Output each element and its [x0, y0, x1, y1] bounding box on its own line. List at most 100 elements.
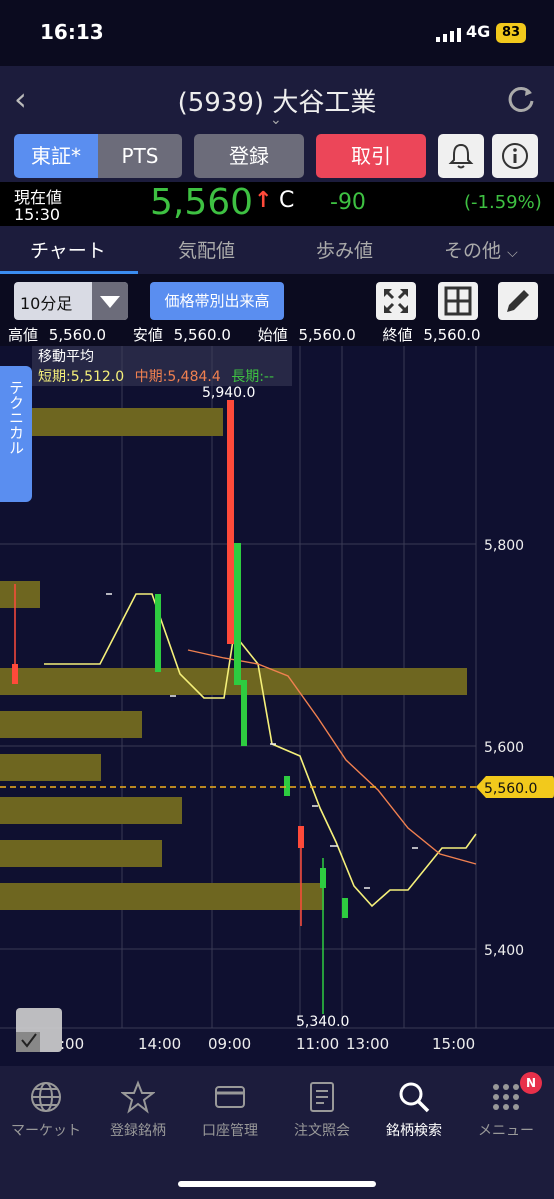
network-type: 4G — [466, 22, 491, 41]
notification-badge: N — [520, 1072, 542, 1094]
open-label: 始値 — [257, 326, 288, 344]
tab-chart[interactable]: チャート — [30, 236, 106, 263]
x-tick-label: :00 — [60, 1035, 84, 1053]
technical-tab[interactable]: テクニカル — [0, 366, 32, 502]
candle-up — [241, 680, 247, 746]
home-indicator — [178, 1181, 376, 1187]
technical-tab-label: テクニカル — [7, 380, 25, 455]
candle-up — [234, 543, 241, 685]
candle-up — [320, 868, 326, 888]
battery-icon: 83 — [496, 23, 526, 43]
refresh-icon[interactable] — [506, 84, 536, 114]
y-tick-label: 5,400 — [484, 943, 524, 959]
open-value: 5,560.0 — [298, 326, 356, 344]
nav-orders[interactable]: 注文照会 — [276, 1080, 368, 1140]
nav-label: マーケット — [11, 1123, 81, 1139]
high-label: 高値 — [8, 326, 39, 344]
candle-down — [12, 664, 18, 684]
nav-label: 登録銘柄 — [110, 1123, 166, 1139]
y-tick-label: 5,800 — [484, 538, 524, 554]
interval-select[interactable]: 10分足 — [14, 282, 128, 320]
candle-up — [342, 898, 348, 918]
menu-grid-icon — [493, 1084, 519, 1110]
high-marker-label: 5,940.0 — [202, 385, 255, 401]
volume-bar — [0, 581, 40, 608]
search-icon — [399, 1082, 430, 1113]
globe-icon — [31, 1082, 61, 1112]
ohlc-readout: 高値 5,560.0 安値 5,560.0 始値 5,560.0 終値 5,56… — [8, 324, 487, 345]
candle-up — [284, 776, 290, 796]
market-pts-button[interactable]: PTS — [98, 134, 182, 178]
close-value: 5,560.0 — [423, 326, 481, 344]
layout-grid-icon[interactable] — [438, 282, 478, 320]
document-icon — [310, 1082, 334, 1112]
current-price: 5,560 — [150, 182, 254, 223]
chart-canvas[interactable]: 5,560.0 5,800 5,600 5,400 5,940.0 5,340.… — [0, 346, 554, 1066]
candle-down — [298, 826, 304, 848]
volume-bar — [0, 797, 182, 824]
price-row: 現在値 15:30 5,560 ↑ C -90 (-1.59%) — [0, 182, 554, 226]
interval-value: 10分足 — [20, 294, 73, 313]
up-arrow-icon: ↑ — [254, 188, 273, 213]
price-change: -90 — [330, 190, 366, 215]
tab-bar: チャート 気配値 歩み値 その他 ⌵ — [0, 226, 554, 274]
low-marker-label: 5,340.0 — [296, 1014, 349, 1030]
signal-icon — [436, 28, 461, 42]
trade-button[interactable]: 取引 — [316, 134, 426, 178]
x-tick-label: 15:00 — [432, 1035, 475, 1053]
volume-bar — [0, 711, 142, 738]
expand-icon[interactable] — [376, 282, 416, 320]
ma-values: 短期:5,512.0 中期:5,484.4 長期:-- — [38, 366, 274, 386]
current-price-tag-label: 5,560.0 — [484, 781, 537, 797]
volume-bar — [0, 840, 162, 867]
close-label: 終値 — [382, 326, 413, 344]
chevron-down-icon[interactable]: ⌄ — [270, 112, 282, 128]
low-value: 5,560.0 — [173, 326, 231, 344]
volume-profile-button[interactable]: 価格帯別出来高 — [150, 282, 284, 320]
bell-icon[interactable] — [438, 134, 484, 178]
dropdown-arrow-icon — [92, 282, 128, 320]
pencil-icon[interactable] — [498, 282, 538, 320]
nav-market[interactable]: マーケット — [0, 1080, 92, 1140]
register-button[interactable]: 登録 — [194, 134, 304, 178]
bottom-nav: マーケット 登録銘柄 口座管理 注文照会 銘柄検索 メニュー — [0, 1066, 554, 1199]
nav-label: 銘柄検索 — [386, 1123, 442, 1139]
tab-quotes[interactable]: 気配値 — [178, 236, 235, 263]
ma-short: 短期:5,512.0 — [38, 369, 125, 385]
nav-account[interactable]: 口座管理 — [184, 1080, 276, 1140]
nav-watchlist[interactable]: 登録銘柄 — [92, 1080, 184, 1140]
info-icon[interactable] — [492, 134, 538, 178]
star-icon — [121, 1080, 155, 1114]
volume-bar — [0, 883, 324, 910]
x-tick-label: 14:00 — [138, 1035, 181, 1053]
checkbox-icon[interactable] — [16, 1008, 62, 1052]
price-change-percent: (-1.59%) — [464, 192, 542, 213]
ma-mid: 中期:5,484.4 — [134, 369, 221, 385]
tab-trades[interactable]: 歩み値 — [316, 236, 373, 263]
header: ‹ (5939) 大谷工業 ⌄ — [0, 66, 554, 130]
low-label: 安値 — [132, 326, 163, 344]
candles — [12, 400, 348, 1014]
chevron-down-icon: ⌵ — [507, 245, 518, 261]
x-tick-label: 11:00 — [296, 1035, 339, 1053]
high-value: 5,560.0 — [48, 326, 107, 344]
nav-label: 注文照会 — [294, 1123, 350, 1139]
nav-label: 口座管理 — [202, 1123, 258, 1139]
volume-bar — [0, 408, 223, 436]
volume-bar — [0, 668, 467, 695]
tab-other[interactable]: その他 ⌵ — [444, 236, 518, 263]
price-chart[interactable]: 5,560.0 5,800 5,600 5,400 5,940.0 5,340.… — [0, 346, 554, 1066]
ma-long: 長期:-- — [231, 369, 275, 385]
moving-average-legend: 移動平均 短期:5,512.0 中期:5,484.4 長期:-- — [32, 346, 292, 386]
status-bar: 16:13 4G 83 — [0, 0, 554, 66]
market-tse-button[interactable]: 東証* — [14, 134, 98, 178]
status-clock: 16:13 — [40, 20, 104, 44]
nav-search[interactable]: 銘柄検索 — [368, 1080, 460, 1140]
chart-controls: 10分足 価格帯別出来高 高値 5,560.0 安値 5,560.0 始値 5,… — [0, 274, 554, 346]
x-tick-label: 13:00 — [346, 1035, 389, 1053]
price-time: 15:30 — [14, 205, 61, 224]
candle-down — [227, 400, 234, 644]
x-tick-label: 09:00 — [208, 1035, 251, 1053]
volume-bar — [0, 754, 101, 781]
ma-title: 移動平均 — [38, 349, 94, 365]
